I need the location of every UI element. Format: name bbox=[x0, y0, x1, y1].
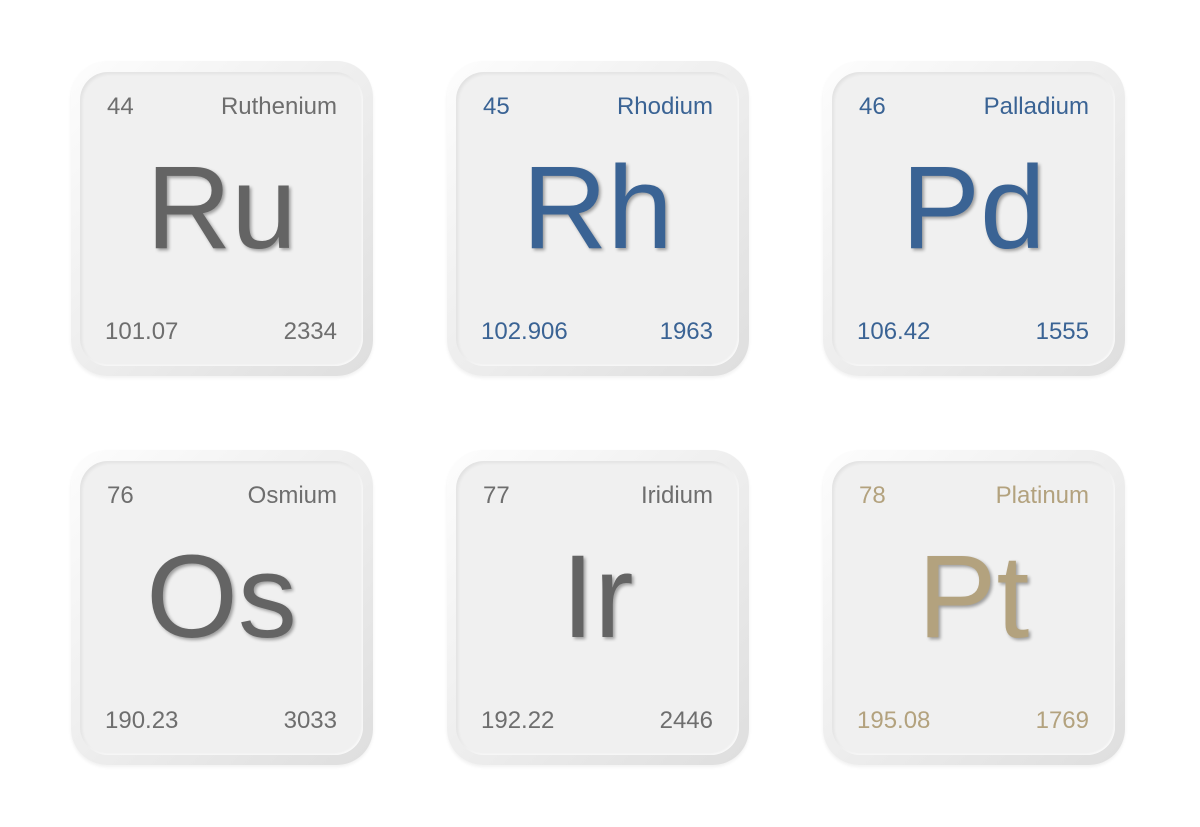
tile-face: 78 Platinum Pt 195.08 1769 bbox=[832, 461, 1115, 755]
element-name: Palladium bbox=[983, 93, 1089, 120]
element-tile-ruthenium: 44 Ruthenium Ru 101.07 2334 bbox=[71, 61, 373, 376]
melting-point: 2334 bbox=[283, 318, 337, 345]
atomic-number: 76 bbox=[107, 482, 134, 509]
atomic-mass: 190.23 bbox=[105, 707, 179, 734]
atomic-mass: 101.07 bbox=[105, 318, 179, 345]
element-symbol: Rh bbox=[522, 142, 673, 274]
atomic-mass: 192.22 bbox=[481, 707, 555, 734]
element-name: Osmium bbox=[247, 482, 337, 509]
element-symbol: Os bbox=[146, 531, 297, 663]
atomic-mass: 102.906 bbox=[481, 318, 568, 345]
atomic-mass: 106.42 bbox=[857, 318, 931, 345]
element-symbol: Pt bbox=[917, 531, 1030, 663]
element-symbol: Pd bbox=[901, 142, 1046, 274]
element-tile-rhodium: 45 Rhodium Rh 102.906 1963 bbox=[447, 61, 749, 376]
atomic-number: 78 bbox=[859, 482, 886, 509]
element-tile-iridium: 77 Iridium Ir 192.22 2446 bbox=[447, 450, 749, 765]
element-tile-osmium: 76 Osmium Os 190.23 3033 bbox=[71, 450, 373, 765]
melting-point: 2446 bbox=[659, 707, 713, 734]
atomic-number: 46 bbox=[859, 93, 886, 120]
element-tile-platinum: 78 Platinum Pt 195.08 1769 bbox=[823, 450, 1125, 765]
element-symbol: Ru bbox=[146, 142, 297, 274]
element-name: Platinum bbox=[995, 482, 1089, 509]
atomic-number: 44 bbox=[107, 93, 134, 120]
tile-face: 76 Osmium Os 190.23 3033 bbox=[80, 461, 363, 755]
melting-point: 1963 bbox=[659, 318, 713, 345]
atomic-number: 45 bbox=[483, 93, 510, 120]
melting-point: 1555 bbox=[1035, 318, 1089, 345]
element-name: Ruthenium bbox=[220, 93, 337, 120]
tile-face: 45 Rhodium Rh 102.906 1963 bbox=[456, 72, 739, 366]
element-name: Rhodium bbox=[616, 93, 713, 120]
atomic-mass: 195.08 bbox=[857, 707, 931, 734]
tile-face: 44 Ruthenium Ru 101.07 2334 bbox=[80, 72, 363, 366]
melting-point: 3033 bbox=[283, 707, 337, 734]
tile-face: 46 Palladium Pd 106.42 1555 bbox=[832, 72, 1115, 366]
element-tile-palladium: 46 Palladium Pd 106.42 1555 bbox=[823, 61, 1125, 376]
tile-face: 77 Iridium Ir 192.22 2446 bbox=[456, 461, 739, 755]
element-name: Iridium bbox=[640, 482, 713, 509]
atomic-number: 77 bbox=[483, 482, 510, 509]
element-symbol: Ir bbox=[561, 531, 634, 663]
melting-point: 1769 bbox=[1035, 707, 1089, 734]
